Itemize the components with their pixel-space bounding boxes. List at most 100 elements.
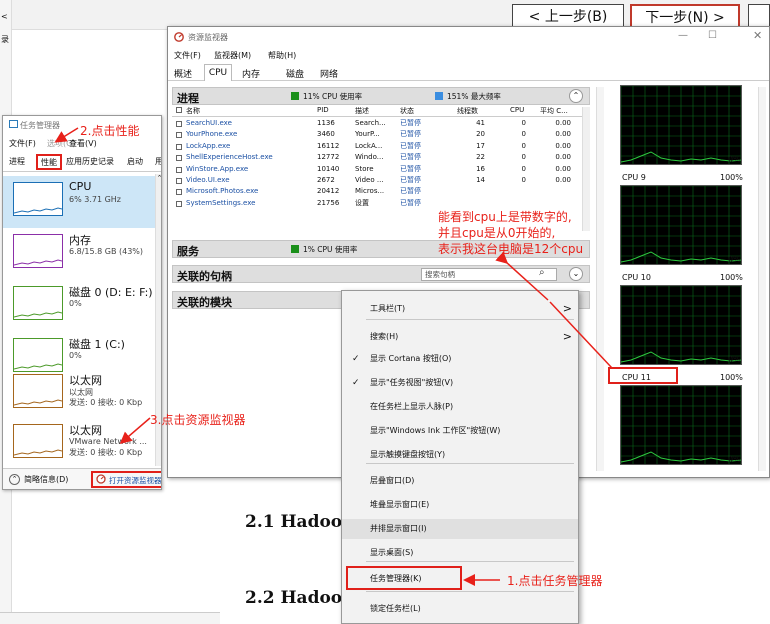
tm-tab-startup[interactable]: 启动 (127, 154, 143, 170)
menu-item-label: 锁定任务栏(L) (370, 604, 421, 613)
table-row[interactable]: ShellExperienceHost.exe 12772 Windo... 已暂停 2… (172, 152, 590, 163)
perf-item[interactable]: 以太网 VMware Network ... 发送: 0 接收: 0 Kbp (3, 418, 161, 470)
cpu-graph-label: CPU 10 (622, 273, 651, 282)
process-table-scrollbar[interactable] (582, 107, 590, 231)
rm-menu-file[interactable]: 文件(F) (174, 50, 201, 61)
tab-cpu[interactable]: CPU (204, 64, 232, 81)
expand-handles-button[interactable]: ⌄ (569, 267, 583, 281)
col-desc[interactable]: 描述 (355, 106, 369, 116)
tm-menu-file[interactable]: 文件(F) (9, 138, 36, 149)
perf-item[interactable]: 磁盘 0 (D: E: F:) 0% (3, 280, 161, 332)
context-menu-item[interactable]: 锁定任务栏(L) (342, 599, 578, 619)
task-manager-window: 任务管理器 文件(F) 选项(O) 查看(V) 进程 性能 应用历史记录 启动 … (2, 115, 162, 490)
table-row[interactable]: WinStore.App.exe 10140 Store 已暂停 16 0 0.00 (172, 164, 590, 175)
table-row[interactable]: LockApp.exe 16112 LockA... 已暂停 17 0 0.00 (172, 141, 590, 152)
section-heading-2-2: 2.2 Hadoo (245, 588, 343, 608)
context-menu-item[interactable]: 工具栏(T) > (342, 299, 578, 319)
perf-item-subtitle: 6.8/15.8 GB (43%) (69, 247, 144, 256)
context-menu-item[interactable]: 层叠窗口(D) (342, 471, 578, 491)
col-status[interactable]: 状态 (400, 106, 414, 116)
tm-tab-performance[interactable]: 性能 (36, 154, 62, 170)
cpu-graph-max: 100% (720, 373, 743, 382)
annotation-note-line-1: 能看到cpu上是带数字的, (438, 210, 572, 224)
cpu-graph (620, 185, 742, 265)
perf-item[interactable]: CPU 6% 3.71 GHz (3, 176, 161, 228)
menu-item-label: 显示触摸键盘按钮(Y) (370, 450, 446, 459)
col-pid[interactable]: PID (317, 106, 329, 114)
tm-tab-app-history[interactable]: 应用历史记录 (66, 154, 114, 170)
rm-minimize-button[interactable]: — (678, 30, 688, 41)
left-edge-label: 录 (1, 35, 9, 44)
table-row[interactable]: SearchUI.exe 1136 Search... 已暂停 41 0 0.00 (172, 118, 590, 129)
tm-menu-view[interactable]: 查看(V) (69, 138, 97, 149)
rm-left-pane-scrollbar[interactable] (596, 87, 604, 471)
max-freq-legend-icon (435, 92, 443, 100)
search-icon[interactable]: ⌕ (539, 267, 545, 278)
services-title: 服务 (177, 245, 199, 258)
cpu-graph-min: 0% (728, 455, 741, 464)
processes-section-header[interactable]: 进程 11% CPU 使用率 151% 最大频率 ⌃ (172, 87, 590, 105)
context-menu-item[interactable]: 堆叠显示窗口(E) (342, 495, 578, 515)
context-menu-item[interactable]: 并排显示窗口(I) (342, 519, 578, 539)
tab-network[interactable]: 网络 (320, 67, 338, 80)
status-bar (0, 612, 220, 624)
collapse-icon[interactable]: ⌃ (9, 474, 20, 485)
cpu-graph-min: 0% (728, 255, 741, 264)
rm-graph-pane-scrollbar[interactable] (758, 87, 766, 471)
cpu-graph-max: 100% (720, 173, 743, 182)
context-menu-item[interactable]: 显示触摸键盘按钮(Y) (342, 445, 578, 465)
tab-overview[interactable]: 概述 (174, 67, 192, 80)
cpu-11-highlight (608, 367, 678, 384)
menu-item-label: 显示桌面(S) (370, 548, 414, 557)
col-threads[interactable]: 线程数 (457, 106, 478, 116)
col-cpu[interactable]: CPU (510, 106, 524, 114)
rm-app-icon (174, 32, 184, 42)
process-table-header: 名称 PID 描述 状态 线程数 CPU 平均 C... (172, 105, 590, 117)
menu-item-label: 层叠窗口(D) (370, 476, 415, 485)
perf-thumbnail (13, 374, 63, 408)
context-menu-item[interactable]: 显示 Cortana 按钮(O) ✓ (342, 349, 578, 369)
col-name[interactable]: 名称 (186, 106, 200, 116)
table-row[interactable]: Video.UI.exe 2672 Video ... 已暂停 14 0 0.00 (172, 175, 590, 186)
tab-disk[interactable]: 磁盘 (286, 67, 304, 80)
context-menu-item[interactable]: 搜索(H) > (342, 327, 578, 347)
menu-item-label: 搜索(H) (370, 332, 399, 341)
table-row[interactable]: YourPhone.exe 3460 YourP... 已暂停 20 0 0.00 (172, 129, 590, 140)
cpu-graph (620, 385, 742, 465)
context-menu-item[interactable]: 在任务栏上显示人脉(P) (342, 397, 578, 417)
table-row[interactable]: Microsoft.Photos.exe 20412 Micros... 已暂停 (172, 186, 590, 197)
rm-maximize-button[interactable]: ☐ (708, 30, 717, 41)
process-table-body: SearchUI.exe 1136 Search... 已暂停 41 0 0.00 Your… (172, 118, 590, 209)
perf-item[interactable]: 以太网 以太网 发送: 0 接收: 0 Kbp (3, 368, 161, 420)
cpu-graph-min: 0% (728, 155, 741, 164)
annotation-note-line-2: 并且cpu是从0开始的, (438, 226, 556, 240)
tab-memory[interactable]: 内存 (242, 67, 260, 80)
left-collapse-arrow[interactable]: < (1, 12, 8, 21)
select-all-checkbox[interactable] (176, 107, 182, 113)
perf-item-subtitle: VMware Network ... (69, 437, 147, 446)
tm-tab-users[interactable]: 用 (155, 154, 161, 170)
context-menu-item[interactable]: 显示桌面(S) (342, 543, 578, 563)
open-resource-monitor-link[interactable]: 打开资源监视器 (109, 475, 161, 486)
col-avg-cpu[interactable]: 平均 C... (540, 106, 568, 116)
handles-section-header[interactable]: 关联的句柄 搜索句柄 ⌕ ⌄ (172, 265, 590, 283)
cpu-graph (620, 85, 742, 165)
rm-menu-help[interactable]: 帮助(H) (268, 50, 296, 61)
context-menu-item[interactable]: 显示"Windows Ink 工作区"按钮(W) (342, 421, 578, 441)
checkmark-icon: ✓ (352, 354, 360, 364)
rm-menu-monitor[interactable]: 监视器(M) (214, 50, 251, 61)
summary-view-button[interactable]: 简略信息(D) (24, 474, 68, 485)
cpu-graph-min: 0% (728, 355, 741, 364)
perf-item-title: CPU (69, 180, 92, 193)
tm-tab-processes[interactable]: 进程 (9, 154, 25, 170)
handles-search-input[interactable]: 搜索句柄 (421, 268, 557, 281)
perf-item[interactable]: 内存 6.8/15.8 GB (43%) (3, 228, 161, 280)
rm-close-button[interactable]: ✕ (753, 29, 762, 42)
task-manager-menu-highlight (346, 566, 462, 590)
context-menu-item[interactable]: 显示"任务视图"按钮(V) ✓ (342, 373, 578, 393)
perf-item-detail: 发送: 0 接收: 0 Kbp (69, 398, 143, 407)
submenu-arrow-icon: > (562, 330, 572, 343)
cpu-usage-legend-icon (291, 92, 299, 100)
cpu-graph-label: CPU 9 (622, 173, 646, 182)
collapse-processes-button[interactable]: ⌃ (569, 89, 583, 103)
